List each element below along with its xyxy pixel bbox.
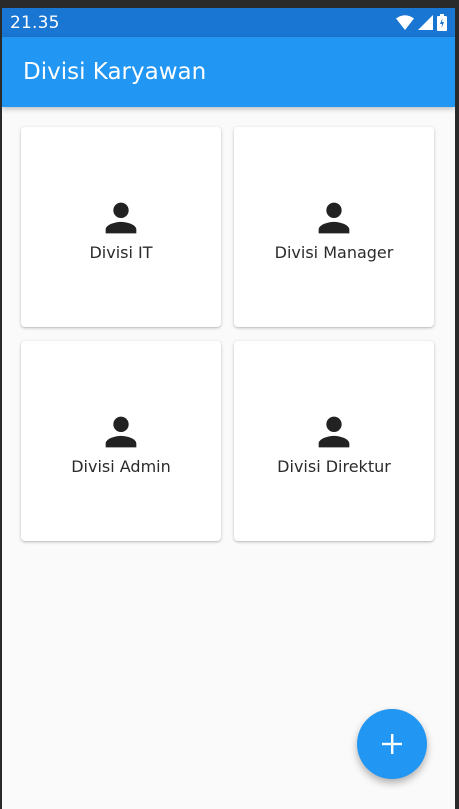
division-card-admin[interactable]: Divisi Admin (21, 341, 221, 541)
device-frame: 21.35 Divisi Karyawan Divisi IT Divisi M… (0, 0, 459, 809)
person-icon (318, 202, 350, 233)
status-time: 21.35 (10, 13, 60, 33)
division-card-direktur[interactable]: Divisi Direktur (234, 341, 434, 541)
battery-charging-icon (437, 14, 447, 31)
app-screen: 21.35 Divisi Karyawan Divisi IT Divisi M… (2, 8, 455, 809)
division-grid: Divisi IT Divisi Manager Divisi Admin Di… (21, 127, 435, 541)
division-card-label: Divisi IT (89, 242, 153, 262)
signal-icon (418, 15, 433, 30)
wifi-icon (396, 14, 414, 30)
page-title: Divisi Karyawan (23, 59, 207, 85)
division-card-label: Divisi Manager (274, 242, 394, 262)
status-bar: 21.35 (2, 8, 455, 37)
division-card-label: Divisi Admin (71, 456, 171, 476)
person-icon (105, 416, 137, 447)
person-icon (105, 202, 137, 233)
app-bar: Divisi Karyawan (2, 37, 455, 107)
division-card-it[interactable]: Divisi IT (21, 127, 221, 327)
division-card-manager[interactable]: Divisi Manager (234, 127, 434, 327)
add-division-button[interactable] (357, 709, 427, 779)
add-icon (382, 734, 402, 754)
division-card-label: Divisi Direktur (277, 456, 391, 476)
status-icons (396, 14, 447, 31)
person-icon (318, 416, 350, 447)
